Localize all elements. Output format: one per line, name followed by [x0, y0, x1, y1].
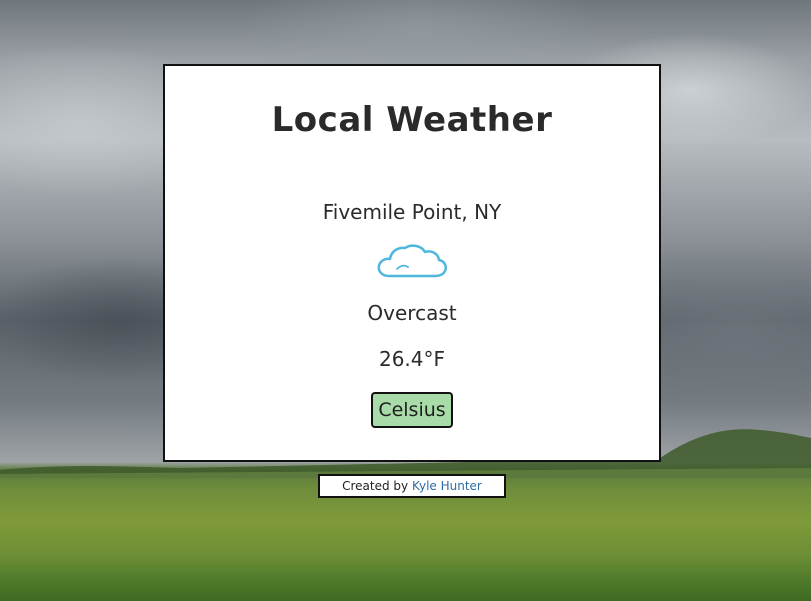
footer-credit: Created by Kyle Hunter	[318, 474, 506, 498]
page-title: Local Weather	[271, 100, 553, 140]
weather-condition: Overcast	[367, 301, 457, 325]
weather-card: Local Weather Fivemile Point, NY Overcas…	[163, 64, 661, 462]
author-link[interactable]: Kyle Hunter	[412, 479, 482, 493]
cloud-icon	[165, 242, 659, 282]
temperature-value: 26.4°F	[378, 347, 446, 371]
footer-prefix: Created by	[342, 479, 412, 493]
unit-toggle-button[interactable]: Celsius	[371, 392, 453, 428]
location-label: Fivemile Point, NY	[322, 200, 502, 224]
